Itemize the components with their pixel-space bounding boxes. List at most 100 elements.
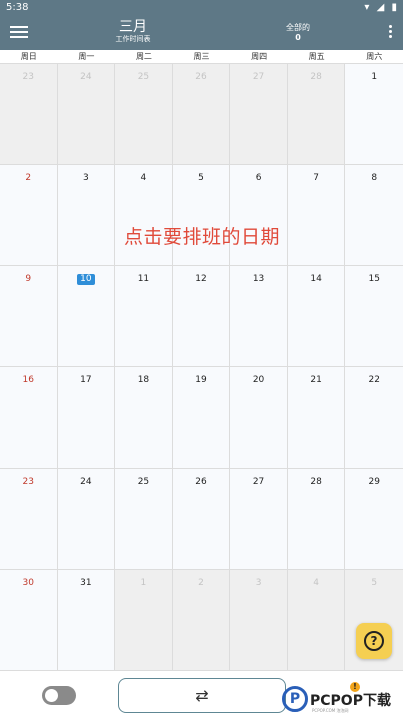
calendar-day-number: 25 xyxy=(137,72,150,82)
calendar-day-number: 11 xyxy=(137,274,150,285)
calendar-day-number: 16 xyxy=(22,375,34,386)
calendar-day-cell[interactable]: 23 xyxy=(0,64,58,166)
calendar-day-number: 26 xyxy=(195,72,207,82)
calendar-day-number: 18 xyxy=(137,375,150,386)
more-options-icon[interactable] xyxy=(387,25,393,41)
menu-icon[interactable] xyxy=(10,23,28,41)
calendar-day-cell[interactable]: 26 xyxy=(172,468,231,570)
calendar-day-cell[interactable]: 25 xyxy=(115,468,173,570)
calendar-day-cell[interactable]: 15 xyxy=(345,266,403,368)
calendar-day-cell[interactable]: 16 xyxy=(0,367,58,469)
calendar-day-cell[interactable]: 7 xyxy=(287,165,346,267)
calendar-day-cell[interactable]: 3 xyxy=(230,569,288,671)
swap-icon: ⇄ xyxy=(195,686,209,705)
help-button[interactable]: ? xyxy=(356,623,392,659)
calendar-day-cell[interactable]: 31 xyxy=(57,569,116,671)
calendar-day-number: 21 xyxy=(310,375,322,386)
instruction-text: 点击要排班的日期 xyxy=(124,226,281,248)
calendar-day-cell[interactable]: 4 xyxy=(115,165,173,267)
calendar-day-number: 19 xyxy=(195,375,207,386)
calendar-day-number: 13 xyxy=(252,274,265,285)
calendar-day-number: 10 xyxy=(77,274,95,286)
calendar-day-number: 4 xyxy=(140,173,147,184)
watermark-text: PCPOP下载 xyxy=(310,693,391,709)
calendar-day-cell[interactable]: 9 xyxy=(0,266,58,368)
signal-icon: ◢ xyxy=(376,2,385,13)
calendar-day-cell[interactable]: 11 xyxy=(115,266,173,368)
calendar-day-number: 17 xyxy=(80,375,92,386)
calendar-day-cell[interactable]: 21 xyxy=(287,367,346,469)
calendar-day-cell[interactable]: 14 xyxy=(287,266,346,368)
calendar-day-cell[interactable]: 28 xyxy=(287,64,346,166)
calendar-day-cell[interactable]: 4 xyxy=(287,569,346,671)
calendar-day-number: 20 xyxy=(252,375,265,386)
calendar-day-number: 2 xyxy=(25,173,32,184)
calendar-day-cell[interactable]: 6 xyxy=(230,165,288,267)
calendar-day-cell[interactable]: 20 xyxy=(230,367,288,469)
calendar-day-number: 27 xyxy=(252,72,265,82)
calendar-day-cell[interactable]: 27 xyxy=(230,468,288,570)
calendar-day-cell[interactable]: 13 xyxy=(230,266,288,368)
calendar-grid: 23 24 25 26 27 28 1 2 3 4 5 6 7 8 9 10 11 12 13 14 15 16 17 18 1… xyxy=(0,64,403,671)
app-bar: 三月 工作时间表 全部的 0 xyxy=(0,16,403,50)
page-subtitle: 工作时间表 xyxy=(115,35,151,43)
calendar-day-number: 14 xyxy=(310,274,322,285)
calendar-day-cell[interactable]: 1 xyxy=(345,64,403,166)
calendar-day-cell[interactable]: 22 xyxy=(345,367,403,469)
calendar-day-number: 5 xyxy=(198,173,204,184)
calendar-day-cell[interactable]: 18 xyxy=(115,367,173,469)
toggle-switch[interactable] xyxy=(42,686,76,705)
calendar-day-number: 3 xyxy=(255,577,262,588)
calendar-day-cell[interactable]: 5 xyxy=(172,165,231,267)
watermark-subtext: PCPOP.COM 泡泡网 xyxy=(312,708,349,713)
calendar-day-number: 24 xyxy=(80,72,92,82)
calendar-day-cell[interactable]: 2 xyxy=(172,569,231,671)
page-title: 三月 xyxy=(119,19,147,35)
calendar-day-number: 2 xyxy=(198,577,204,588)
calendar-day-number: 9 xyxy=(25,274,32,285)
calendar-day-cell[interactable]: 12 xyxy=(172,266,231,368)
help-icon: ? xyxy=(364,631,384,651)
weekday-label: 周五 xyxy=(308,52,325,61)
swap-button[interactable]: ⇄ xyxy=(118,678,286,713)
calendar-day-number: 31 xyxy=(80,577,92,588)
calendar-day-number: 5 xyxy=(371,577,378,588)
weekday-label: 周一 xyxy=(78,52,95,61)
calendar-day-number: 8 xyxy=(371,173,378,184)
calendar-day-cell[interactable]: 10 xyxy=(57,266,116,368)
calendar-day-number: 1 xyxy=(140,577,147,588)
calendar-day-number: 3 xyxy=(82,173,89,184)
calendar-day-cell[interactable]: 26 xyxy=(172,64,231,166)
toggle-knob xyxy=(45,689,58,702)
month-title[interactable]: 三月 工作时间表 xyxy=(108,19,158,44)
calendar-day-number: 28 xyxy=(310,72,322,82)
calendar-day-number: 29 xyxy=(368,476,380,487)
calendar-day-cell[interactable]: 1 xyxy=(115,569,173,671)
calendar-day-cell[interactable]: 29 xyxy=(345,468,403,570)
calendar-day-cell[interactable]: 25 xyxy=(115,64,173,166)
calendar-day-number: 22 xyxy=(368,375,380,386)
calendar-day-cell[interactable]: 17 xyxy=(57,367,116,469)
battery-icon: ▮ xyxy=(391,2,397,13)
calendar-day-cell[interactable]: 3 xyxy=(57,165,116,267)
calendar-day-number: 1 xyxy=(371,72,378,82)
calendar-day-cell[interactable]: 30 xyxy=(0,569,58,671)
weekday-label: 周四 xyxy=(251,52,268,61)
calendar-day-cell[interactable]: 28 xyxy=(287,468,346,570)
calendar-day-cell[interactable]: 27 xyxy=(230,64,288,166)
calendar-day-number: 6 xyxy=(255,173,262,184)
calendar-day-cell[interactable]: 2 xyxy=(0,165,58,267)
calendar-day-cell[interactable]: 8 xyxy=(345,165,403,267)
calendar-day-number: 24 xyxy=(80,476,92,487)
calendar-day-cell[interactable]: 24 xyxy=(57,64,116,166)
calendar-day-number: 23 xyxy=(22,72,34,82)
status-icons: ▾ ◢ ▮ xyxy=(360,2,397,13)
calendar-day-number: 25 xyxy=(137,476,150,487)
calendar-day-number: 30 xyxy=(22,577,34,588)
weekday-label: 周日 xyxy=(20,52,37,61)
calendar-day-cell[interactable]: 23 xyxy=(0,468,58,570)
calendar-day-cell[interactable]: 24 xyxy=(57,468,116,570)
total-summary: 全部的 0 xyxy=(276,23,320,43)
weekday-label: 周二 xyxy=(135,52,152,61)
calendar-day-cell[interactable]: 19 xyxy=(172,367,231,469)
